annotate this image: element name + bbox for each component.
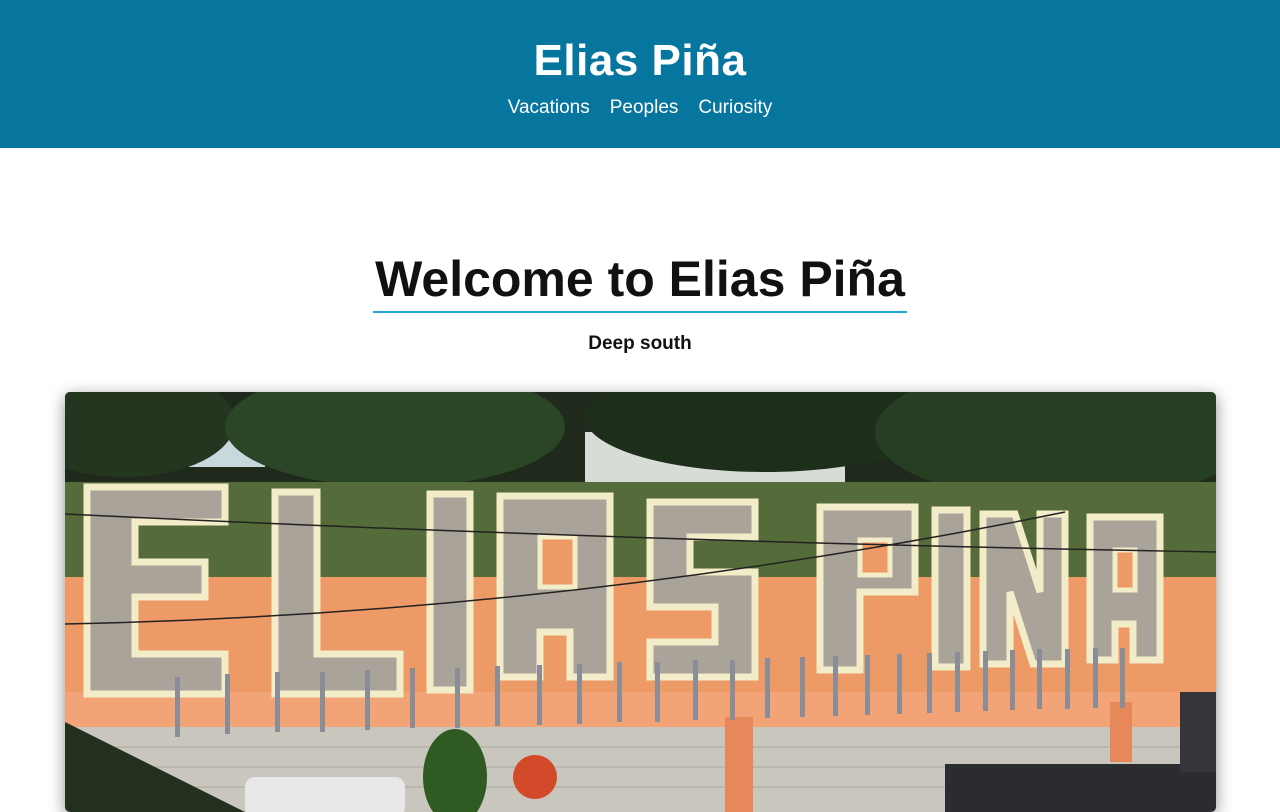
nav-link-curiosity[interactable]: Curiosity	[698, 97, 772, 119]
page-title: Welcome to Elias Piña	[373, 252, 907, 313]
nav-link-peoples[interactable]: Peoples	[610, 97, 679, 119]
hero-photo	[65, 392, 1216, 812]
page-subtitle: Deep south	[588, 333, 692, 354]
site-header: Elias Piña Vacations Peoples Curiosity	[0, 0, 1280, 148]
site-title[interactable]: Elias Piña	[534, 39, 747, 83]
hero: Welcome to Elias Piña Deep south	[0, 252, 1280, 355]
nav-link-vacations[interactable]: Vacations	[508, 97, 590, 119]
hero-photo-illustration	[65, 392, 1216, 812]
main-nav: Vacations Peoples Curiosity	[508, 97, 773, 119]
